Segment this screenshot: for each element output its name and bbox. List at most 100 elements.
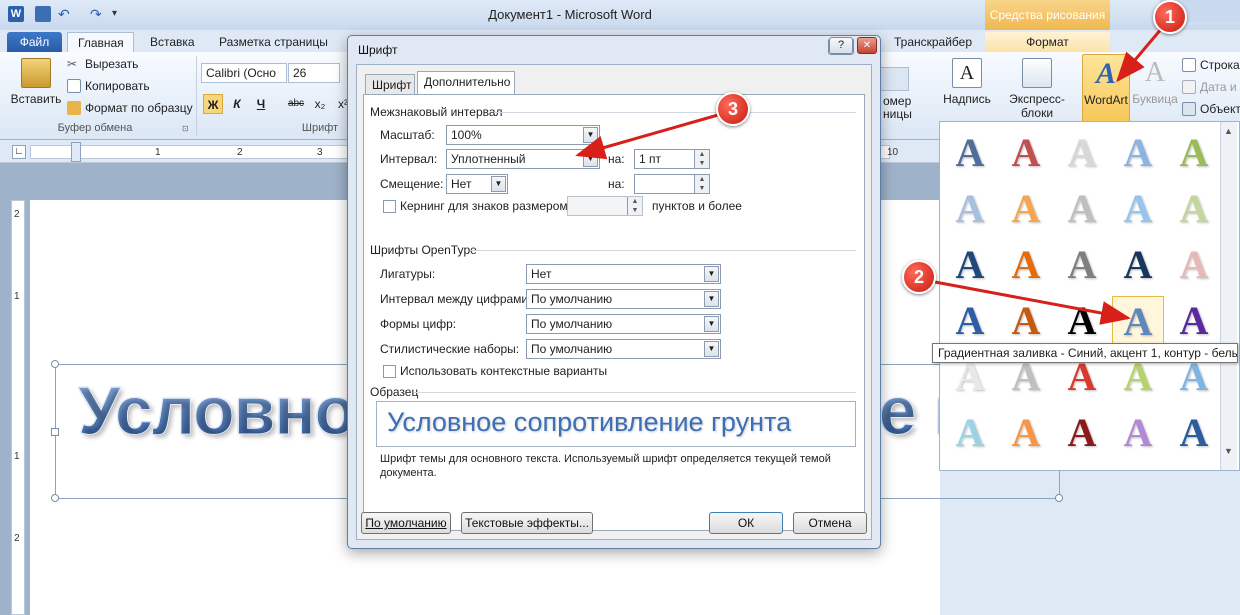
chevron-down-icon[interactable]: ▼ bbox=[583, 127, 598, 143]
wordart-style-option[interactable]: A bbox=[1000, 240, 1052, 290]
spacing-by-input[interactable]: 1 пт ▲ ▼ bbox=[634, 149, 710, 169]
wordart-style-option[interactable]: A bbox=[944, 128, 996, 178]
format-painter-button[interactable]: Формат по образцу bbox=[67, 101, 193, 115]
wordart-style-option[interactable]: A bbox=[1168, 296, 1220, 346]
tab-selector-icon[interactable]: ∟ bbox=[12, 145, 26, 159]
number-forms-select[interactable]: По умолчанию ▼ bbox=[526, 314, 721, 334]
wordart-style-option[interactable]: A bbox=[1000, 128, 1052, 178]
dialog-launcher-icon[interactable]: ⊡ bbox=[182, 124, 189, 133]
format-painter-label: Формат по образцу bbox=[85, 101, 193, 115]
textbox-button[interactable]: A Надпись bbox=[942, 58, 992, 106]
preview-note-2: документа. bbox=[380, 467, 437, 479]
stylistic-sets-select[interactable]: По умолчанию ▼ bbox=[526, 339, 721, 359]
dialog-help-button[interactable]: ? bbox=[829, 37, 853, 54]
wordart-style-selected[interactable]: A bbox=[1112, 296, 1164, 346]
wordart-style-option[interactable]: A bbox=[1056, 128, 1108, 178]
page-number-icon[interactable] bbox=[879, 67, 909, 91]
wordart-style-option[interactable]: A bbox=[1000, 296, 1052, 346]
italic-button[interactable]: К bbox=[227, 94, 247, 114]
chevron-down-icon[interactable]: ▼ bbox=[583, 151, 598, 167]
date-time-button[interactable]: Дата и bbox=[1182, 80, 1237, 94]
chevron-down-icon[interactable]: ▼ bbox=[704, 266, 719, 282]
signature-line-button[interactable]: Строка bbox=[1182, 58, 1240, 72]
resize-handle[interactable] bbox=[51, 360, 59, 368]
tab-insert[interactable]: Вставка bbox=[140, 32, 205, 52]
position-select[interactable]: Нет ▼ bbox=[446, 174, 508, 194]
resize-handle[interactable] bbox=[1055, 494, 1063, 502]
wordart-style-option[interactable]: A bbox=[1168, 128, 1220, 178]
scale-select[interactable]: 100% ▼ bbox=[446, 125, 600, 145]
tab-format[interactable]: Формат bbox=[985, 32, 1110, 52]
wordart-style-option[interactable]: A bbox=[944, 184, 996, 234]
strikethrough-button[interactable]: abc bbox=[285, 94, 307, 114]
wordart-style-option[interactable]: A bbox=[944, 296, 996, 346]
tab-file[interactable]: Файл bbox=[7, 32, 62, 52]
kerning-checkbox[interactable] bbox=[383, 200, 396, 213]
spinner-icon[interactable]: ▲ ▼ bbox=[627, 197, 642, 215]
chevron-down-icon[interactable]: ▼ bbox=[704, 291, 719, 307]
contextual-alternates-checkbox[interactable] bbox=[383, 365, 396, 378]
wordart-button[interactable]: A WordArt bbox=[1082, 54, 1130, 122]
vertical-ruler[interactable]: 2 1 1 2 bbox=[11, 200, 25, 615]
underline-button[interactable]: Ч bbox=[251, 94, 271, 114]
kerning-size-input[interactable]: ▲ ▼ bbox=[567, 196, 643, 216]
wordart-style-option[interactable]: A bbox=[1056, 240, 1108, 290]
spinner-icon[interactable]: ▲ ▼ bbox=[694, 175, 709, 193]
tab-font[interactable]: Шрифт bbox=[365, 74, 415, 94]
wordart-style-option[interactable]: A bbox=[1168, 408, 1220, 458]
indent-marker[interactable] bbox=[71, 142, 81, 162]
wordart-style-option[interactable]: A bbox=[1056, 296, 1108, 346]
paste-button[interactable]: Вставить bbox=[10, 58, 62, 106]
preview-section-title: Образец bbox=[370, 385, 419, 399]
scroll-down-icon[interactable]: ▼ bbox=[1224, 446, 1233, 456]
wordart-style-option[interactable]: A bbox=[1000, 184, 1052, 234]
wordart-style-option[interactable]: A bbox=[1056, 408, 1108, 458]
copy-button[interactable]: Копировать bbox=[67, 79, 150, 93]
wordart-style-option[interactable]: A bbox=[944, 240, 996, 290]
wordart-style-option[interactable]: A bbox=[1168, 184, 1220, 234]
chevron-down-icon[interactable]: ▼ bbox=[704, 316, 719, 332]
contextual-alternates-label: Использовать контекстные варианты bbox=[400, 364, 608, 378]
cancel-button[interactable]: Отмена bbox=[793, 512, 867, 534]
cut-button[interactable]: ✂ Вырезать bbox=[67, 57, 138, 71]
dropcap-button[interactable]: A Буквица bbox=[1132, 58, 1178, 107]
subscript-button[interactable]: x₂ bbox=[310, 94, 330, 114]
ok-button[interactable]: ОК bbox=[709, 512, 783, 534]
position-by-label: на: bbox=[608, 177, 625, 191]
scroll-up-icon[interactable]: ▲ bbox=[1224, 126, 1233, 136]
wordart-style-option[interactable]: A bbox=[1056, 184, 1108, 234]
set-default-button[interactable]: По умолчанию bbox=[361, 512, 451, 534]
wordart-style-option[interactable]: A bbox=[1112, 128, 1164, 178]
wordart-style-option[interactable]: A bbox=[944, 408, 996, 458]
window-title: Документ1 - Microsoft Word bbox=[488, 7, 652, 22]
callout-badge-1: 1 bbox=[1153, 0, 1187, 34]
dialog-close-button[interactable]: ✕ bbox=[857, 37, 877, 54]
resize-handle[interactable] bbox=[51, 428, 59, 436]
quick-parts-button[interactable]: Экспресс-блоки bbox=[994, 58, 1080, 120]
advanced-panel: Межзнаковый интервал Масштаб: 100% ▼ Инт… bbox=[363, 94, 865, 531]
number-spacing-select[interactable]: По умолчанию ▼ bbox=[526, 289, 721, 309]
object-button[interactable]: Объект bbox=[1182, 102, 1240, 116]
chevron-down-icon[interactable]: ▼ bbox=[491, 176, 506, 192]
tab-page-layout[interactable]: Разметка страницы bbox=[209, 32, 338, 52]
wordart-style-option[interactable]: A bbox=[1112, 184, 1164, 234]
ligatures-select[interactable]: Нет ▼ bbox=[526, 264, 721, 284]
tab-advanced[interactable]: Дополнительно bbox=[417, 71, 515, 94]
text-effects-button[interactable]: Текстовые эффекты... bbox=[461, 512, 593, 534]
wordart-style-option[interactable]: A bbox=[1000, 408, 1052, 458]
wordart-style-option[interactable]: A bbox=[1168, 240, 1220, 290]
resize-handle[interactable] bbox=[51, 494, 59, 502]
spinner-icon[interactable]: ▲ ▼ bbox=[694, 150, 709, 168]
font-size-combo[interactable]: 26 bbox=[288, 63, 340, 83]
font-name-combo[interactable]: Calibri (Осно bbox=[201, 63, 287, 83]
gallery-scrollbar[interactable]: ▲ ▼ bbox=[1220, 122, 1237, 470]
tab-home[interactable]: Главная bbox=[67, 32, 134, 52]
wordart-style-option[interactable]: A bbox=[1112, 240, 1164, 290]
position-by-input[interactable]: ▲ ▼ bbox=[634, 174, 710, 194]
wordart-style-option[interactable]: A bbox=[1112, 408, 1164, 458]
tab-transcriber[interactable]: Транскрайбер bbox=[884, 32, 982, 52]
divider bbox=[494, 112, 856, 113]
spacing-select[interactable]: Уплотненный ▼ bbox=[446, 149, 600, 169]
chevron-down-icon[interactable]: ▼ bbox=[704, 341, 719, 357]
bold-button[interactable]: Ж bbox=[203, 94, 223, 114]
